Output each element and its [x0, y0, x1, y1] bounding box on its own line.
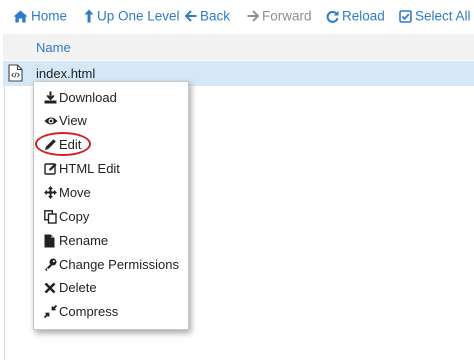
file-icon — [44, 234, 55, 253]
up-one-level-label: Up One Level — [97, 8, 180, 24]
key-icon — [44, 258, 57, 276]
menu-item-edit[interactable]: Edit — [34, 134, 188, 156]
context-menu: Download View Edit HTML Edit Move Copy R… — [33, 81, 189, 330]
html-edit-icon — [44, 162, 58, 180]
level-up-icon — [84, 9, 94, 23]
reload-label: Reload — [342, 8, 385, 24]
home-label: Home — [31, 8, 68, 24]
refresh-icon — [326, 10, 339, 23]
menu-item-label: Edit — [59, 137, 82, 152]
menu-item-move[interactable]: Move — [34, 182, 188, 204]
toolbar: Home Up One Level Back Forward Reload Se… — [0, 0, 474, 30]
pencil-icon — [44, 138, 57, 156]
home-icon — [13, 10, 28, 23]
menu-item-label: Download — [59, 90, 117, 105]
menu-item-download[interactable]: Download — [34, 87, 188, 109]
menu-item-label: Move — [59, 185, 91, 200]
check-square-icon — [399, 10, 412, 23]
menu-item-label: HTML Edit — [59, 161, 120, 176]
menu-item-html-edit[interactable]: HTML Edit — [34, 158, 188, 180]
menu-item-view[interactable]: View — [34, 110, 188, 132]
compress-icon — [43, 304, 58, 323]
menu-item-label: Copy — [59, 209, 90, 224]
arrow-right-icon — [247, 10, 259, 23]
html-file-icon — [8, 64, 23, 87]
up-one-level-button[interactable]: Up One Level — [84, 7, 180, 25]
file-name: index.html — [36, 66, 96, 81]
menu-item-label: Delete — [59, 280, 97, 295]
menu-item-compress[interactable]: Compress — [34, 301, 188, 323]
select-all-label: Select All — [415, 8, 471, 24]
close-icon — [44, 281, 56, 299]
reload-button[interactable]: Reload — [326, 7, 385, 25]
forward-label: Forward — [262, 8, 312, 24]
menu-item-copy[interactable]: Copy — [34, 206, 188, 228]
menu-item-delete[interactable]: Delete — [34, 277, 188, 299]
copy-icon — [44, 210, 57, 229]
menu-item-rename[interactable]: Rename — [34, 230, 188, 252]
file-list-header: Name — [3, 34, 474, 60]
menu-item-change-permissions[interactable]: Change Permissions — [34, 254, 188, 276]
move-arrows-icon — [44, 186, 57, 204]
name-column-header[interactable]: Name — [36, 40, 71, 55]
back-label: Back — [200, 8, 231, 24]
eye-icon — [44, 114, 58, 132]
menu-item-label: Rename — [59, 233, 109, 248]
back-button[interactable]: Back — [185, 7, 230, 25]
home-button[interactable]: Home — [13, 7, 67, 25]
menu-item-label: View — [59, 113, 87, 128]
divider — [4, 86, 5, 360]
arrow-left-icon — [185, 10, 197, 23]
menu-item-label: Change Permissions — [59, 257, 179, 272]
download-icon — [44, 91, 57, 109]
forward-button[interactable]: Forward — [247, 7, 312, 25]
menu-item-label: Compress — [59, 304, 119, 319]
select-all-button[interactable]: Select All — [399, 7, 471, 25]
